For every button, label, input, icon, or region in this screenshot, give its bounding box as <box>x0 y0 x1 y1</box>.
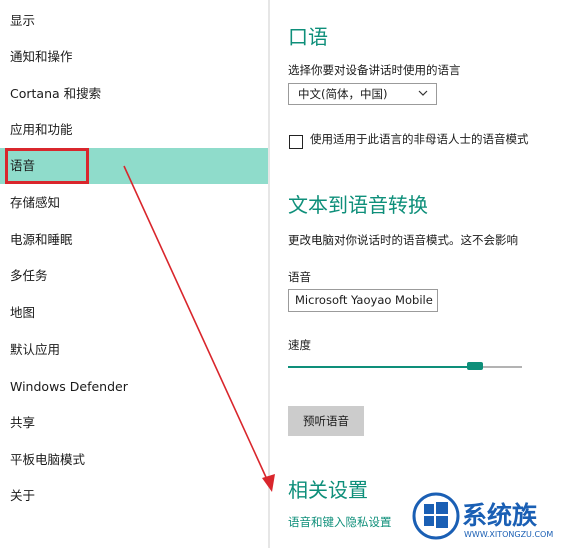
chevron-down-icon <box>418 90 428 96</box>
main-content: 口语 选择你要对设备讲话时使用的语言 中文(简体，中国) 使用适用于此语言的非母… <box>288 0 564 548</box>
sidebar-divider <box>268 0 270 548</box>
settings-window: 显示 通知和操作 Cortana 和搜索 应用和功能 语音 存储感知 电源和睡眠… <box>0 0 564 548</box>
speech-privacy-link[interactable]: 语音和键入隐私设置 <box>288 514 392 530</box>
related-section-title: 相关设置 <box>288 478 368 502</box>
sidebar-item-defender[interactable]: Windows Defender <box>0 369 268 405</box>
sidebar-item-display[interactable]: 显示 <box>0 3 268 39</box>
sidebar-item-maps[interactable]: 地图 <box>0 295 268 331</box>
speed-slider-fill <box>288 366 476 368</box>
non-native-accent-checkbox[interactable] <box>289 135 303 149</box>
annotation-highlight-box <box>5 148 89 184</box>
watermark-brand: 系统族 <box>462 501 538 530</box>
speech-section-title: 口语 <box>288 25 328 49</box>
speed-slider-track[interactable] <box>288 366 522 368</box>
speed-slider-thumb[interactable] <box>467 362 484 370</box>
language-dropdown-value: 中文(简体，中国) <box>298 87 388 101</box>
sidebar-nav: 显示 通知和操作 Cortana 和搜索 应用和功能 语音 存储感知 电源和睡眠… <box>0 0 268 548</box>
voice-dropdown[interactable]: Microsoft Yaoyao Mobile <box>288 289 438 312</box>
sidebar-item-tablet-mode[interactable]: 平板电脑模式 <box>0 442 268 478</box>
sidebar-item-notifications[interactable]: 通知和操作 <box>0 39 268 75</box>
preview-voice-button[interactable]: 预听语音 <box>288 406 364 436</box>
sidebar-item-storage[interactable]: 存储感知 <box>0 185 268 221</box>
non-native-accent-label: 使用适用于此语言的非母语人士的语音模式 <box>310 132 529 146</box>
watermark-url: WWW.XITONGZU.COM <box>464 530 554 539</box>
sidebar-item-default-apps[interactable]: 默认应用 <box>0 332 268 368</box>
sidebar-item-about[interactable]: 关于 <box>0 478 268 514</box>
speed-label: 速度 <box>288 338 311 352</box>
sidebar-item-multitasking[interactable]: 多任务 <box>0 258 268 294</box>
sidebar-item-cortana[interactable]: Cortana 和搜索 <box>0 76 268 112</box>
sidebar-item-sharing[interactable]: 共享 <box>0 405 268 441</box>
tts-description: 更改电脑对你说话时的语音模式。这不会影响 <box>288 233 518 247</box>
watermark-logo: 系统族 WWW.XITONGZU.COM <box>410 488 564 548</box>
voice-label: 语音 <box>288 270 311 284</box>
tts-section-title: 文本到语音转换 <box>288 193 428 217</box>
language-dropdown[interactable]: 中文(简体，中国) <box>288 83 437 105</box>
sidebar-item-apps[interactable]: 应用和功能 <box>0 112 268 148</box>
sidebar-item-power[interactable]: 电源和睡眠 <box>0 222 268 258</box>
language-prompt: 选择你要对设备讲话时使用的语言 <box>288 63 461 77</box>
voice-dropdown-value: Microsoft Yaoyao Mobile <box>295 293 433 307</box>
